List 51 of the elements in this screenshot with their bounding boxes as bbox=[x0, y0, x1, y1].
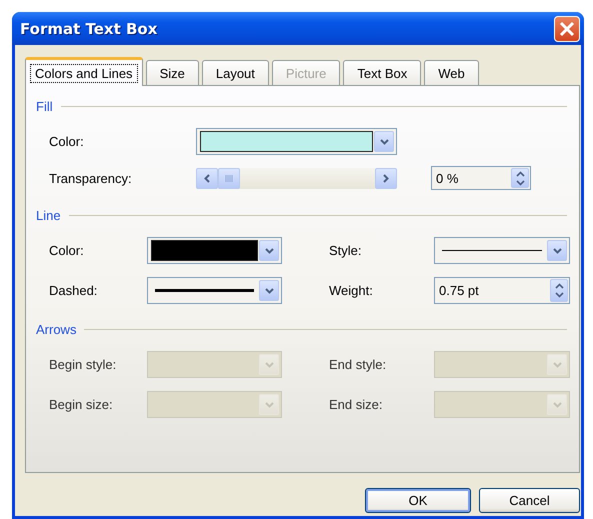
field-label: Begin style: bbox=[49, 357, 118, 372]
scroll-left-button[interactable] bbox=[196, 168, 218, 188]
section-title: Line bbox=[36, 208, 61, 222]
section-title: Fill bbox=[36, 98, 53, 114]
dialog-button[interactable]: OK bbox=[365, 488, 471, 513]
spinner-value: 0.75 pt bbox=[438, 282, 480, 300]
dropdown-button[interactable] bbox=[259, 240, 279, 261]
dropdown-button[interactable] bbox=[374, 131, 394, 152]
dropdown[interactable] bbox=[147, 237, 282, 264]
spinner-field[interactable]: 0.75 pt bbox=[434, 277, 570, 304]
spinner-field[interactable]: 0 % bbox=[431, 166, 531, 190]
tab[interactable]: Colors and Lines bbox=[25, 57, 143, 86]
section-title: Arrows bbox=[36, 322, 76, 336]
chevron-icon bbox=[264, 362, 274, 368]
dropdown[interactable] bbox=[196, 128, 397, 155]
close-icon bbox=[559, 20, 575, 36]
field-label: Color: bbox=[49, 243, 85, 258]
scroll-right-button[interactable] bbox=[375, 168, 397, 188]
dropdown[interactable] bbox=[147, 277, 282, 304]
dropdown[interactable] bbox=[434, 237, 570, 264]
chevron-icon bbox=[552, 362, 562, 368]
field-label: End style: bbox=[329, 357, 388, 372]
chevron-icon bbox=[552, 248, 562, 254]
tab[interactable]: Size bbox=[146, 60, 199, 85]
up-down-arrows-icon bbox=[516, 170, 524, 186]
up-down-arrows-icon bbox=[554, 283, 564, 298]
spin-button[interactable] bbox=[550, 279, 568, 302]
chevron-icon bbox=[264, 402, 274, 408]
close-button[interactable] bbox=[554, 16, 580, 42]
dialog-button[interactable]: Cancel bbox=[479, 488, 580, 513]
chevron-icon bbox=[264, 288, 274, 294]
field-label: End size: bbox=[329, 397, 384, 412]
spinner-value: 0 % bbox=[435, 170, 460, 188]
slider-thumb[interactable] bbox=[218, 168, 240, 188]
dropdown-button[interactable] bbox=[547, 240, 567, 261]
field-label: Weight: bbox=[329, 283, 374, 298]
field-label: Style: bbox=[329, 243, 363, 258]
field-label: Begin size: bbox=[49, 397, 114, 412]
field-label: Transparency: bbox=[49, 170, 133, 186]
chevron-icon bbox=[380, 138, 388, 144]
chevron-icon bbox=[552, 402, 562, 408]
tab[interactable]: Text Box bbox=[343, 60, 422, 85]
dropdown-button[interactable] bbox=[259, 280, 279, 301]
window-title: Format Text Box bbox=[20, 20, 158, 38]
chevron-icon bbox=[264, 248, 274, 254]
tab[interactable]: Layout bbox=[202, 60, 269, 85]
field-label: Dashed: bbox=[49, 283, 98, 298]
field-label: Color: bbox=[49, 134, 85, 149]
spin-button[interactable] bbox=[511, 168, 529, 188]
tab[interactable]: Web bbox=[424, 60, 479, 85]
grip-icon bbox=[224, 174, 234, 182]
